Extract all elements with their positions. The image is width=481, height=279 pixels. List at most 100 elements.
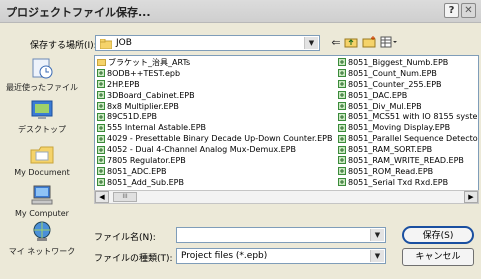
file-item[interactable]: 8051_Serial Txd Rxd.EPB	[338, 177, 478, 188]
horizontal-scrollbar[interactable]: ◀ III ▶	[94, 190, 479, 204]
file-item[interactable]: 8051_Parallel Sequence Detector.E	[338, 133, 479, 144]
chevron-down-icon: ▼	[370, 250, 384, 262]
place-my-computer[interactable]: My Computer	[4, 183, 80, 218]
place-desktop[interactable]: デスクトップ	[4, 98, 80, 135]
circuit-file-icon	[97, 178, 105, 187]
recent-files-icon	[29, 56, 55, 80]
file-name: 8051_DAC.EPB	[348, 90, 408, 100]
scroll-thumb[interactable]: III	[113, 192, 137, 202]
scroll-right-button[interactable]: ▶	[464, 191, 478, 203]
circuit-file-icon	[338, 91, 346, 100]
file-name: 8051_Biggest_Numb.EPB	[348, 57, 449, 67]
file-item[interactable]: 8051_Div_Mul.EPB	[338, 101, 478, 112]
file-list[interactable]: ブラケット_治具_ARTs 8ODB++TEST.epb 2HP.EPB 3DBoar…	[94, 55, 479, 191]
circuit-file-icon	[97, 80, 105, 89]
file-name: 8051_MCS51 with IO 8155 system.	[348, 112, 479, 122]
save-button[interactable]: 保存(S)	[402, 226, 474, 244]
new-folder-icon[interactable]	[362, 36, 376, 50]
file-list-column-1: ブラケット_治具_ARTs 8ODB++TEST.epb 2HP.EPB 3DBoar…	[97, 57, 332, 188]
file-item[interactable]: 4029 - Presettable Binary Decade Up-Down…	[97, 133, 332, 144]
file-item[interactable]: 8051_Biggest_Numb.EPB	[338, 57, 478, 68]
folder-icon	[99, 38, 113, 52]
filetype-dropdown[interactable]: Project files (*.epb) ▼	[176, 248, 386, 264]
file-item[interactable]: 4052 - Dual 4-Channel Analog Mux-Demux.E…	[97, 144, 332, 155]
file-item[interactable]: 8051_RAM_SORT.EPB	[338, 144, 478, 155]
file-item[interactable]: 8x8 Multiplier.EPB	[97, 101, 332, 112]
place-label: デスクトップ	[18, 125, 66, 134]
cancel-button[interactable]: キャンセル	[402, 248, 474, 266]
file-name: 8051_Serial Txd Rxd.EPB	[348, 177, 449, 187]
place-label: マイ ネットワーク	[8, 247, 76, 256]
circuit-file-icon	[338, 145, 346, 154]
back-icon[interactable]: ⇐	[329, 36, 343, 50]
filetype-value: Project files (*.epb)	[181, 251, 268, 261]
place-recent[interactable]: 最近使ったファイル	[4, 56, 80, 93]
file-item[interactable]: 7805 Regulator.EPB	[97, 155, 332, 166]
network-icon	[29, 220, 55, 244]
file-item[interactable]: 89C51D.EPB	[97, 111, 332, 122]
circuit-file-icon	[97, 69, 105, 78]
circuit-file-icon	[338, 58, 346, 67]
file-item[interactable]: 555 Internal Astable.EPB	[97, 122, 332, 133]
file-name: 8051_Add_Sub.EPB	[107, 177, 184, 187]
folder-item[interactable]: ブラケット_治具_ARTs	[97, 57, 332, 68]
title-bar: プロジェクトファイル保存... ? ✕	[0, 0, 481, 23]
circuit-file-icon	[97, 145, 105, 154]
filename-input[interactable]: ▼	[176, 227, 386, 243]
circuit-file-icon	[97, 123, 105, 132]
circuit-file-icon	[97, 156, 105, 165]
file-item[interactable]: 8051_Add_Sub.EPB	[97, 177, 332, 188]
location-dropdown[interactable]: JOB ▼	[95, 35, 320, 51]
circuit-file-icon	[97, 102, 105, 110]
file-item[interactable]: 8051_DAC.EPB	[338, 90, 478, 101]
place-my-documents[interactable]: My Document	[4, 142, 80, 177]
circuit-file-icon	[97, 134, 105, 143]
file-name: 89C51D.EPB	[107, 112, 158, 122]
circuit-file-icon	[97, 91, 105, 100]
file-name: 8x8 Multiplier.EPB	[107, 101, 179, 111]
circuit-file-icon	[338, 80, 346, 89]
file-name: 8051_Div_Mul.EPB	[348, 101, 422, 111]
file-name: 2HP.EPB	[107, 79, 140, 89]
file-name: 8ODB++TEST.epb	[107, 68, 181, 78]
help-button[interactable]: ?	[444, 3, 459, 18]
place-network[interactable]: マイ ネットワーク	[4, 220, 80, 257]
file-name: ブラケット_治具_ARTs	[108, 57, 191, 67]
file-item[interactable]: 8051_MCS51 with IO 8155 system.	[338, 111, 479, 122]
save-project-dialog: プロジェクトファイル保存... ? ✕ 保存する場所(I): JOB ▼ ⇐ 最…	[0, 0, 481, 279]
circuit-file-icon	[97, 167, 105, 176]
file-item[interactable]: 8ODB++TEST.epb	[97, 68, 332, 79]
file-item[interactable]: 8051_Moving Display.EPB	[338, 122, 478, 133]
filename-label: ファイル名(N):	[94, 233, 156, 243]
file-item[interactable]: 8051_RAM_WRITE_READ.EPB	[338, 155, 478, 166]
dialog-title: プロジェクトファイル保存...	[6, 6, 151, 19]
file-name: 4029 - Presettable Binary Decade Up-Down…	[107, 134, 333, 144]
folder-icon	[97, 58, 106, 66]
view-menu-icon[interactable]	[380, 36, 398, 50]
circuit-file-icon	[338, 134, 346, 143]
file-name: 555 Internal Astable.EPB	[107, 123, 206, 133]
filetype-label: ファイルの種類(T):	[94, 254, 173, 264]
place-label: 最近使ったファイル	[6, 83, 78, 92]
file-item[interactable]: 2HP.EPB	[97, 79, 332, 90]
circuit-file-icon	[338, 112, 346, 121]
file-item[interactable]: 8051_ROM_Read.EPB	[338, 166, 478, 177]
close-button[interactable]: ✕	[461, 3, 476, 18]
file-name: 8051_ADC.EPB	[107, 166, 167, 176]
place-label: My Computer	[15, 209, 69, 218]
my-computer-icon	[29, 183, 55, 207]
chevron-down-icon: ▼	[304, 37, 318, 49]
chevron-down-icon: ▼	[370, 229, 384, 241]
file-name: 8051_Counter_255.EPB	[348, 79, 442, 89]
file-item[interactable]: 3DBoard_Cabinet.EPB	[97, 90, 332, 101]
scroll-left-button[interactable]: ◀	[95, 191, 109, 203]
file-name: 8051_Parallel Sequence Detector.E	[348, 134, 479, 144]
up-folder-icon[interactable]	[344, 36, 358, 50]
circuit-file-icon	[338, 102, 346, 110]
file-name: 7805 Regulator.EPB	[107, 155, 186, 165]
file-name: 4052 - Dual 4-Channel Analog Mux-Demux.E…	[107, 145, 296, 155]
circuit-file-icon	[338, 69, 346, 78]
file-item[interactable]: 8051_ADC.EPB	[97, 166, 332, 177]
file-item[interactable]: 8051_Count_Num.EPB	[338, 68, 478, 79]
file-item[interactable]: 8051_Counter_255.EPB	[338, 79, 478, 90]
